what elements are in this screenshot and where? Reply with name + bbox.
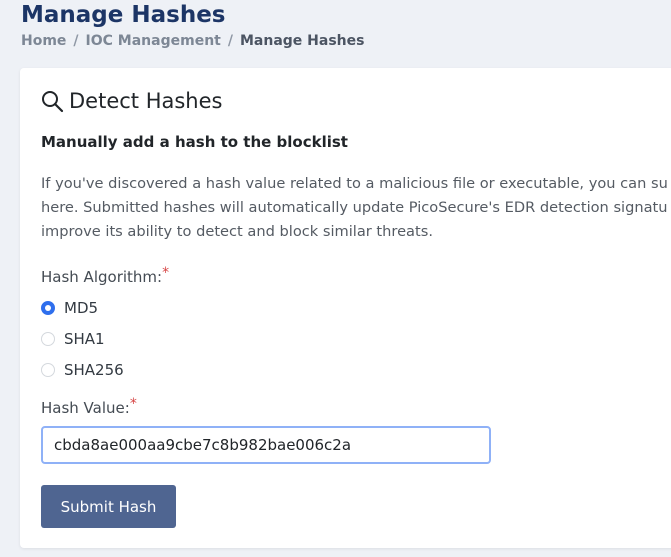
description-line: If you've discovered a hash value relate… [41,175,668,192]
detect-hashes-card: Detect Hashes Manually add a hash to the… [20,68,671,548]
hash-value-input[interactable] [41,426,491,464]
card-title: Detect Hashes [40,89,222,113]
radio-label-sha1[interactable]: SHA1 [64,330,105,348]
description-line: here. Submitted hashes will automaticall… [41,199,668,216]
breadcrumb-ioc-management[interactable]: IOC Management [86,33,221,49]
breadcrumb-home[interactable]: Home [21,33,66,49]
submit-hash-button[interactable]: Submit Hash [41,485,176,528]
radio-button-sha256[interactable] [41,363,55,377]
breadcrumb-current: Manage Hashes [239,33,365,49]
page-title: Manage Hashes [21,2,226,28]
required-mark: * [129,396,137,412]
breadcrumb-separator: / [73,33,79,49]
radio-button-md5[interactable] [41,301,55,315]
radio-button-sha1[interactable] [41,332,55,346]
description-line: improve its ability to detect and block … [41,223,433,240]
radio-label-md5[interactable]: MD5 [64,299,98,317]
radio-label-sha256[interactable]: SHA256 [64,361,124,379]
radio-sha256[interactable]: SHA256 [41,361,124,379]
card-title-text: Detect Hashes [69,89,223,113]
hash-algorithm-label-text: Hash Algorithm: [41,268,163,286]
hash-value-label-text: Hash Value: [41,399,130,417]
required-mark: * [162,265,170,281]
breadcrumb-separator: / [227,33,233,49]
hash-value-label: Hash Value:* [41,396,137,417]
radio-md5[interactable]: MD5 [41,299,98,317]
radio-sha1[interactable]: SHA1 [41,330,105,348]
hash-algorithm-label: Hash Algorithm:* [41,265,170,286]
breadcrumb: Home / IOC Management / Manage Hashes [21,33,364,49]
search-icon [42,91,64,113]
description: If you've discovered a hash value relate… [41,172,668,244]
subheading: Manually add a hash to the blocklist [41,133,348,151]
